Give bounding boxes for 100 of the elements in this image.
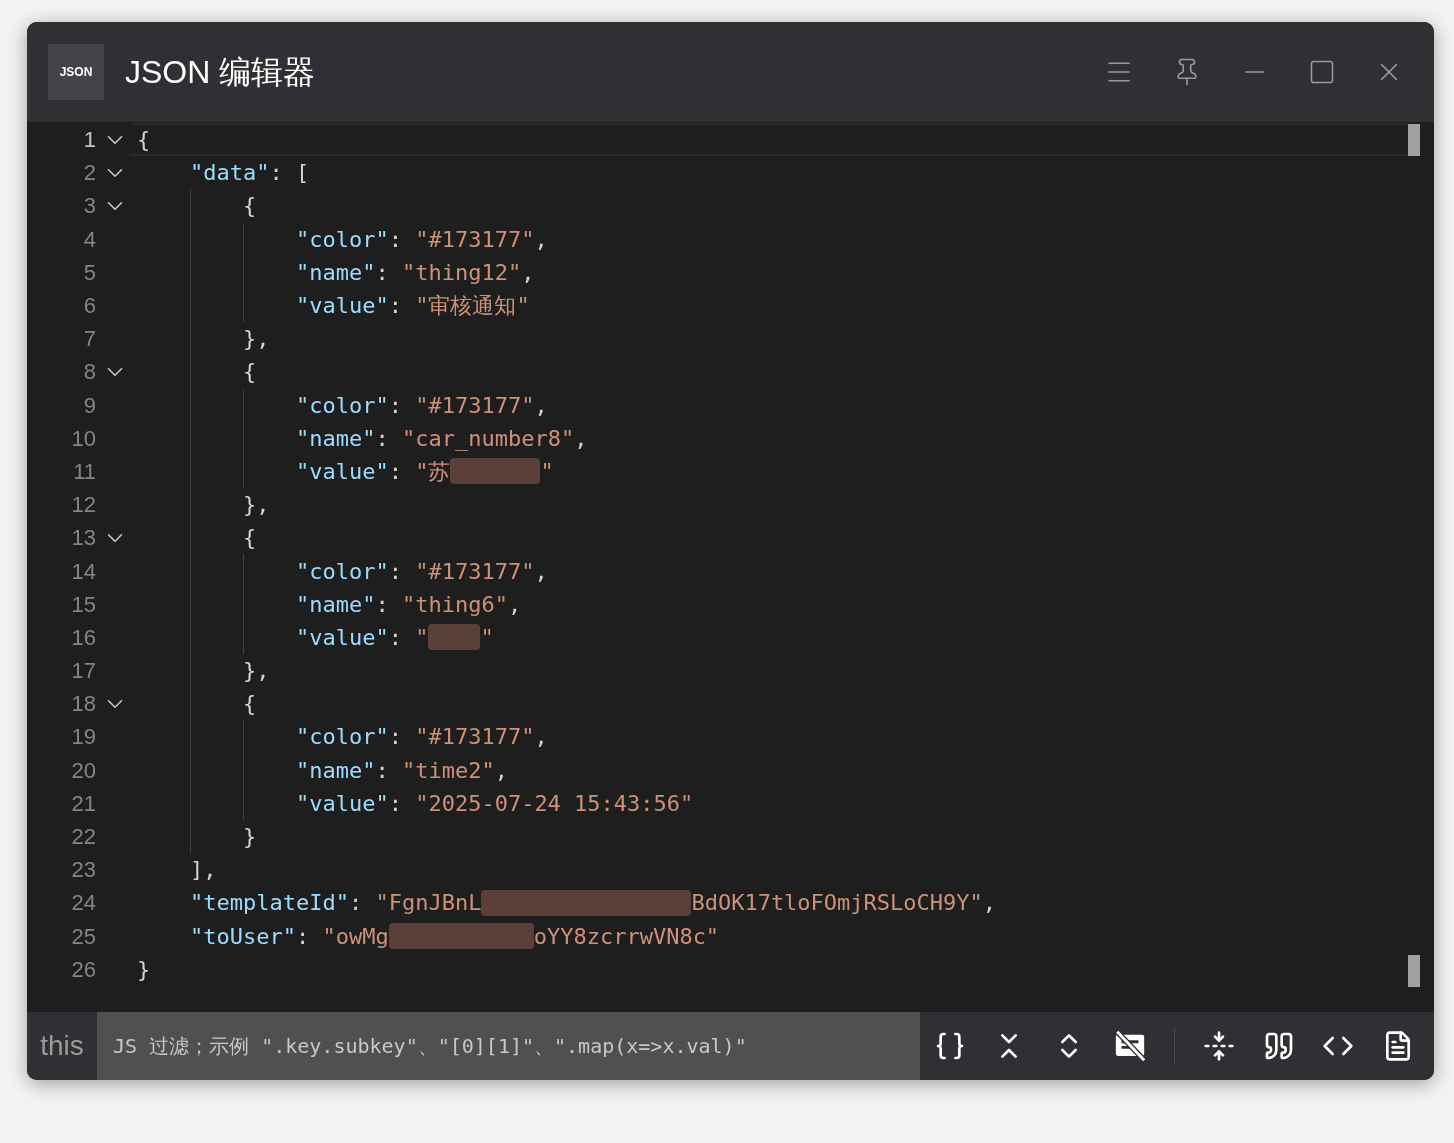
json-punctuation: {: [242, 192, 257, 221]
maximize-icon[interactable]: [1308, 58, 1336, 86]
json-key: "templateId": [190, 886, 349, 920]
json-punctuation: }: [242, 823, 257, 852]
line-number: 3: [83, 192, 96, 221]
json-punctuation: ,: [574, 424, 588, 453]
line-number: 7: [83, 325, 96, 354]
json-key: "color": [295, 222, 389, 256]
json-punctuation: :: [375, 590, 390, 619]
json-punctuation: {: [242, 524, 257, 553]
line-number: 15: [71, 590, 96, 619]
json-key: "name": [295, 587, 376, 621]
json-string: ": [540, 457, 554, 486]
json-punctuation: :: [375, 258, 390, 287]
json-punctuation: {: [137, 126, 151, 155]
line-number: 26: [71, 955, 96, 984]
json-punctuation: :: [388, 789, 403, 818]
hide-comments-icon[interactable]: [1112, 1029, 1147, 1063]
line-number: 22: [71, 823, 96, 852]
json-string: "审核通知": [415, 292, 530, 321]
line-number: 18: [71, 690, 96, 719]
json-key: "color": [295, 388, 389, 422]
json-punctuation: ,: [982, 889, 997, 918]
line-number: 16: [71, 623, 96, 652]
line-number: 4: [83, 225, 96, 254]
json-string: "#173177": [415, 557, 535, 586]
json-punctuation: :: [388, 391, 403, 420]
json-punctuation: },: [242, 325, 270, 354]
json-key: "value": [295, 620, 389, 654]
json-key: "toUser": [190, 919, 296, 953]
json-key: "value": [295, 786, 389, 820]
json-string: "thing12": [401, 258, 522, 287]
json-string: oYY8zcrrwVN8c": [533, 922, 720, 951]
json-punctuation: :: [388, 723, 403, 752]
json-string: "#173177": [415, 723, 535, 752]
json-punctuation: :: [375, 424, 390, 453]
line-number: 2: [83, 159, 96, 188]
line-number: 21: [71, 789, 96, 818]
json-string: "thing6": [401, 590, 508, 619]
json-key: "value": [295, 289, 389, 323]
json-string: "#173177": [415, 225, 535, 254]
json-punctuation: ],: [190, 856, 217, 885]
json-punctuation: },: [242, 657, 270, 686]
json-punctuation: ,: [534, 557, 548, 586]
json-punctuation: }: [137, 955, 151, 984]
blurred-text: [428, 624, 481, 651]
app-logo: JSON: [48, 44, 104, 100]
json-key: "value": [295, 454, 389, 488]
line-number: 11: [73, 457, 96, 486]
line-number: 5: [83, 258, 96, 287]
line-number: 19: [71, 723, 96, 752]
json-punctuation: :: [388, 225, 403, 254]
json-key: "name": [295, 421, 376, 455]
json-string: "FgnJBnL: [375, 889, 482, 918]
json-string: ": [480, 623, 494, 652]
json-key: "color": [295, 720, 389, 754]
filter-input[interactable]: JS 过滤；示例 ".key.subkey"、"[0][1]"、".map(x=>x.val)": [97, 1012, 920, 1080]
json-punctuation: ,: [507, 590, 522, 619]
json-punctuation: :: [388, 292, 403, 321]
line-number: 13: [71, 524, 96, 553]
json-punctuation: :: [388, 557, 403, 586]
json-punctuation: ,: [534, 723, 548, 752]
window-title: JSON 编辑器: [125, 53, 316, 92]
line-number: 9: [83, 391, 96, 420]
json-string: BdOK17tloFOmjRSLoCH9Y": [691, 889, 983, 918]
json-punctuation: :: [295, 922, 311, 951]
json-punctuation: :: [388, 457, 403, 486]
json-string: "#173177": [415, 391, 535, 420]
json-punctuation: :: [375, 756, 390, 785]
json-key: "name": [295, 753, 376, 787]
json-string: "苏: [415, 457, 451, 486]
line-number: 20: [71, 756, 96, 785]
line-number: 17: [71, 657, 96, 686]
json-key: "data": [190, 156, 270, 190]
json-string: "2025-07-24 15:43:56": [415, 789, 694, 818]
json-punctuation: {: [242, 690, 257, 719]
json-key: "color": [295, 554, 389, 588]
line-number: 23: [71, 856, 96, 885]
json-string: "owMg: [322, 922, 389, 951]
line-number: 12: [71, 491, 96, 520]
line-number: 1: [83, 126, 96, 155]
json-punctuation: : [: [269, 159, 310, 188]
line-number: 25: [71, 922, 96, 951]
context-label: this: [39, 1029, 85, 1063]
fold-vertical-icon[interactable]: [1203, 1030, 1236, 1062]
json-punctuation: :: [348, 889, 364, 918]
json-punctuation: },: [242, 491, 270, 520]
json-key: "name": [295, 255, 376, 289]
json-punctuation: {: [242, 358, 257, 387]
json-string: "time2": [401, 756, 495, 785]
json-punctuation: ,: [534, 391, 548, 420]
line-number: 8: [83, 358, 96, 387]
line-number: 24: [71, 889, 96, 918]
line-number: 10: [71, 424, 96, 453]
line-number: 6: [83, 292, 96, 321]
json-string: "car_number8": [401, 424, 575, 453]
json-string: ": [415, 623, 429, 652]
json-punctuation: ,: [494, 756, 508, 785]
json-punctuation: ,: [534, 225, 548, 254]
line-number: 14: [71, 557, 96, 586]
